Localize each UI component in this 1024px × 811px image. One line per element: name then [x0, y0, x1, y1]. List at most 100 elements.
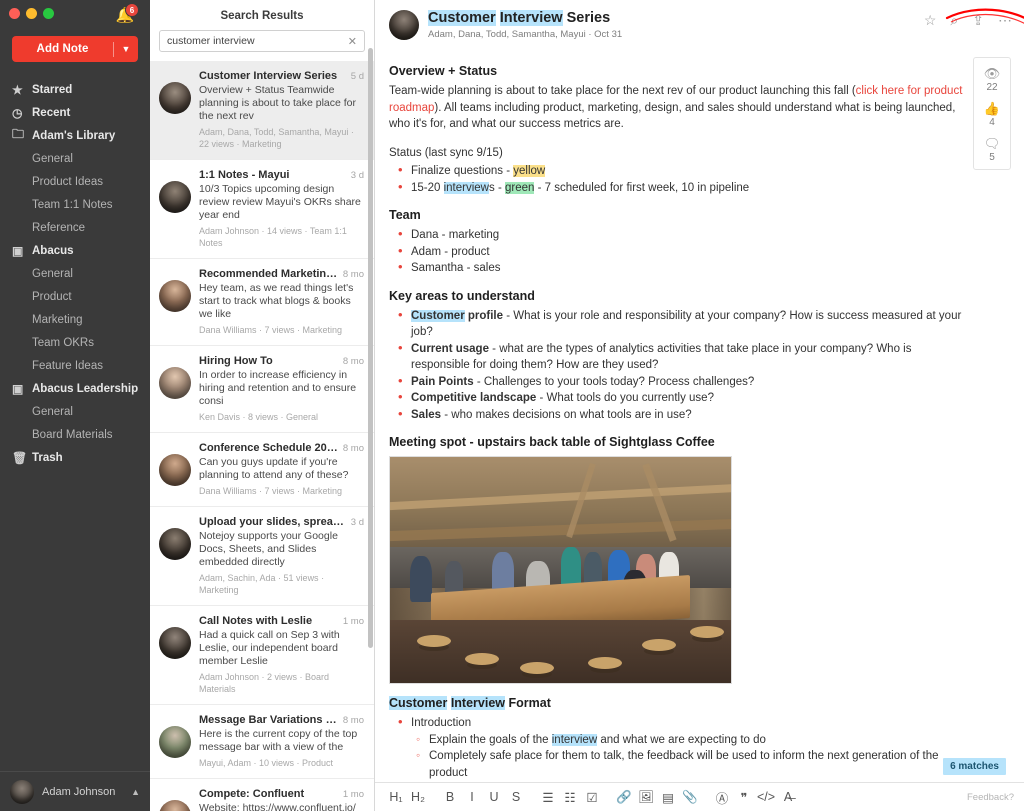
list-item-snippet: Hey team, as we read things let's start … — [199, 282, 354, 320]
sidebar-item-label: Feature Ideas — [32, 359, 103, 372]
zoom-in-icon[interactable]: ⌕ — [950, 12, 958, 29]
list-item[interactable]: Customer Interview Series 5 d Overview + S… — [150, 61, 374, 160]
list-item[interactable]: Conference Schedule 2017 8 mo Can you guys… — [150, 433, 374, 507]
table-icon[interactable]: ▤ — [657, 790, 679, 805]
link-icon[interactable]: 🔗 — [613, 790, 635, 805]
list-item-title: Message Bar Variations - Q1 — [199, 714, 338, 726]
notification-badge: 6 — [125, 3, 139, 17]
sidebar-item-general[interactable]: General — [0, 262, 150, 285]
list-item-title: Call Notes with Leslie — [199, 615, 313, 627]
heading-2-icon[interactable]: H₂ — [407, 790, 429, 804]
thumbs-up-icon[interactable]: 👍 — [974, 101, 1010, 116]
list-item-time: 8 mo — [342, 356, 364, 367]
note-body: Overview + Status Team-wide planning is … — [375, 40, 1024, 811]
list-item: Finalize questions - yellow — [389, 162, 964, 180]
list-item-head: Customer Interview Series 5 d — [199, 70, 364, 82]
sidebar-user-name: Adam Johnson — [42, 785, 116, 798]
minimize-icon[interactable] — [26, 7, 37, 19]
list-item-title: Recommended Marketing ... — [199, 268, 338, 280]
sidebar-item-adam-s-library[interactable]: 🗀 Adam's Library — [0, 124, 150, 147]
list-item[interactable]: Message Bar Variations - Q1 8 mo Here is t… — [150, 705, 374, 779]
italic-icon[interactable]: I — [461, 790, 483, 804]
list-item-body: Conference Schedule 2017 8 mo Can you guys… — [199, 442, 364, 497]
code-icon[interactable]: </> — [755, 790, 777, 804]
bulleted-list-icon[interactable]: ☰ — [537, 790, 559, 805]
sidebar-item-general[interactable]: General — [0, 400, 150, 423]
photo-stool — [519, 661, 554, 674]
quote-icon[interactable]: ❞ — [733, 790, 755, 805]
list-item[interactable]: Hiring How To 8 mo In order to increase ef… — [150, 346, 374, 433]
image-icon[interactable]: 🖼 — [635, 790, 657, 805]
sidebar-item-team-1-1-notes[interactable]: Team 1:1 Notes — [0, 193, 150, 216]
sidebar-item-recent[interactable]: ◷ Recent — [0, 101, 150, 124]
sidebar-item-marketing[interactable]: Marketing — [0, 308, 150, 331]
sidebar-item-board-materials[interactable]: Board Materials — [0, 423, 150, 446]
list-item[interactable]: 1:1 Notes - Mayui 3 d 10/3 Topics upcoming… — [150, 160, 374, 259]
search-box[interactable]: ✕ — [159, 30, 365, 52]
clear-formatting-icon[interactable]: A̶ — [777, 790, 799, 804]
sidebar-item-general[interactable]: General — [0, 147, 150, 170]
add-note-button[interactable]: Add Note ▼ — [12, 36, 138, 62]
list-item-meta: Adam, Dana, Todd, Samantha, Mayui · 22 v… — [199, 127, 354, 149]
list-item-snippet: Can you guys update if you're planning t… — [199, 456, 349, 481]
heading-1-icon[interactable]: H₁ — [385, 790, 407, 804]
sidebar-item-trash[interactable]: 🗑 Trash — [0, 446, 150, 469]
close-icon[interactable]: ✕ — [344, 35, 357, 48]
numbered-list-icon[interactable]: ☷ — [559, 790, 581, 805]
share-icon[interactable]: ⇪ — [972, 12, 984, 29]
checklist-icon[interactable]: ☑ — [581, 790, 603, 805]
overview-text-b: ). All teams including product, marketin… — [389, 101, 956, 131]
list-item-head: 1:1 Notes - Mayui 3 d — [199, 169, 364, 181]
photo-stool — [690, 625, 725, 638]
list-item: Competitive landscape - What tools do yo… — [389, 389, 964, 407]
sidebar-item-label: Abacus — [32, 244, 74, 257]
sidebar-item-abacus[interactable]: ▣ Abacus — [0, 239, 150, 262]
underline-icon[interactable]: U — [483, 790, 505, 804]
cafe-photo — [389, 456, 732, 684]
sidebar-user-row[interactable]: Adam Johnson ▲ — [0, 771, 150, 811]
list-item-body: Message Bar Variations - Q1 8 mo Here is t… — [199, 714, 364, 769]
sidebar-item-label: Board Materials — [32, 428, 113, 441]
format-item-post: and what we are expecting to do — [597, 733, 766, 746]
sidebar-item-abacus-leadership[interactable]: ▣ Abacus Leadership — [0, 377, 150, 400]
sidebar-item-product-ideas[interactable]: Product Ideas — [0, 170, 150, 193]
text-color-icon[interactable]: Ⓐ — [711, 788, 733, 807]
format-item-pre: Introduction — [411, 717, 472, 729]
sidebar: 🔔 6 Add Note ▼ ★ Starred ◷ Recent 🗀 Adam's Li… — [0, 0, 150, 811]
close-icon[interactable] — [9, 7, 20, 19]
search-results-list: Customer Interview Series 5 d Overview + S… — [150, 61, 374, 811]
maximize-icon[interactable] — [43, 7, 54, 19]
sidebar-item-feature-ideas[interactable]: Feature Ideas — [0, 354, 150, 377]
list-item-head: Upload your slides, spread... 3 d — [199, 516, 364, 528]
avatar — [159, 181, 191, 213]
list-item[interactable]: Call Notes with Leslie 1 mo Had a quick ca… — [150, 606, 374, 705]
comment-icon[interactable]: 🗨 — [974, 136, 1010, 151]
trash-icon: 🗑 — [12, 450, 28, 465]
strikethrough-icon[interactable]: S — [505, 790, 527, 804]
search-input[interactable] — [167, 35, 344, 47]
bold-icon[interactable]: B — [439, 790, 461, 804]
list-item[interactable]: Upload your slides, spread... 3 d Notejoy … — [150, 507, 374, 606]
avatar — [159, 800, 191, 811]
section-heading-overview: Overview + Status — [389, 64, 498, 78]
star-icon[interactable]: ☆ — [924, 12, 937, 29]
sidebar-item-starred[interactable]: ★ Starred — [0, 78, 150, 101]
scrollbar[interactable] — [368, 48, 373, 648]
list-item: Dana - marketing — [389, 226, 964, 244]
sidebar-item-product[interactable]: Product — [0, 285, 150, 308]
list-item[interactable]: Recommended Marketing ... 8 mo Hey team, a… — [150, 259, 374, 346]
sidebar-item-team-okrs[interactable]: Team OKRs — [0, 331, 150, 354]
notifications-button[interactable]: 🔔 6 — [114, 3, 139, 27]
attachment-icon[interactable]: 📎 — [679, 790, 701, 805]
avatar — [10, 779, 34, 804]
sidebar-item-reference[interactable]: Reference — [0, 216, 150, 239]
list-item-meta: Dana Williams · 7 views · Marketing — [199, 325, 343, 335]
chevron-down-icon[interactable]: ▼ — [114, 44, 138, 54]
list-item-time: 8 mo — [342, 443, 364, 454]
app-window: 🔔 6 Add Note ▼ ★ Starred ◷ Recent 🗀 Adam's Li… — [0, 0, 1024, 811]
chevron-up-icon[interactable]: ▲ — [131, 787, 140, 797]
feedback-link[interactable]: Feedback? — [967, 792, 1014, 803]
list-item[interactable]: Compete: Confluent 1 mo Website: https://w… — [150, 779, 374, 811]
window-titlebar: 🔔 6 — [0, 0, 150, 26]
more-icon[interactable]: ⋯ — [998, 12, 1012, 29]
